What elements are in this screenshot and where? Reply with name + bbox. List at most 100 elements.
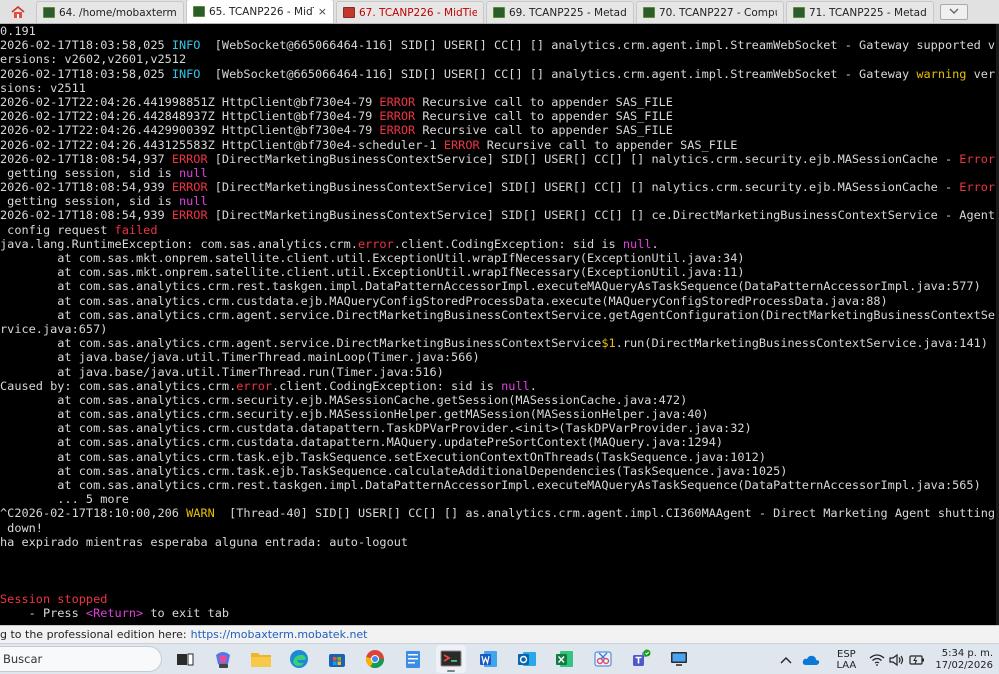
teams-icon	[633, 649, 651, 666]
terminal-text: at com.sas.analytics.crm.custdata.datapa…	[0, 421, 752, 436]
tab-67[interactable]: 67. TCANP226 - MidTier	[336, 1, 484, 23]
terminal-text: $1	[601, 336, 616, 351]
edge-icon	[290, 650, 308, 668]
excel-icon	[556, 651, 573, 667]
terminal-line: Caused by: com.sas.analytics.crm.error.c…	[0, 379, 999, 393]
battery-icon	[909, 654, 925, 665]
terminal-line: at com.sas.analytics.crm.agent.service.D…	[0, 308, 999, 322]
upgrade-text: g to the professional edition here:	[0, 628, 187, 641]
terminal-line: 2026-02-17T22:04:26.442848937Z HttpClien…	[0, 109, 999, 123]
terminal-text: null	[622, 236, 652, 251]
notepad-app[interactable]	[398, 645, 428, 673]
terminal-text: Recursive call to appender SAS_FILE	[479, 137, 738, 152]
upgrade-banner: g to the professional edition here: https…	[0, 625, 999, 643]
terminal-text: Recursive call to appender SAS_FILE	[415, 94, 673, 109]
tab-65[interactable]: 65. TCANP226 - MidTier ×	[186, 0, 334, 23]
tab-bar: 64. /home/mobaxterm 65. TCANP226 - MidTi…	[0, 0, 999, 24]
tab-71[interactable]: 71. TCANP225 - Metadata	[786, 1, 934, 23]
close-tab-icon[interactable]: ×	[318, 5, 327, 18]
show-hidden-icons-button[interactable]	[775, 656, 797, 664]
terminal-line: ha expirado mientras esperaba alguna ent…	[0, 535, 999, 549]
mobaxterm-app[interactable]	[436, 645, 466, 673]
mobatek-link[interactable]: https://mobaxterm.mobatek.net	[191, 628, 368, 641]
network-tray[interactable]	[867, 653, 887, 666]
disconnected-terminal-icon	[343, 7, 355, 18]
terminal-text: null	[501, 378, 530, 393]
task-view-button[interactable]	[170, 645, 200, 673]
battery-tray[interactable]	[907, 654, 927, 666]
terminal-text: to exit tab	[143, 605, 230, 620]
terminal-text: .run(DirectMarketingBusinessContextServi…	[615, 336, 988, 351]
chevron-up-icon	[780, 656, 792, 663]
terminal-output[interactable]: 0.191 2026-02-17T18:03:58,025 INFO [WebSo…	[0, 24, 999, 625]
edge-app[interactable]	[284, 645, 314, 673]
excel-app[interactable]	[550, 645, 580, 673]
terminal-text: Recursive call to appender SAS_FILE	[415, 109, 673, 124]
terminal-icon	[643, 7, 655, 18]
terminal-line: at com.sas.analytics.crm.custdata.ejb.MA…	[0, 294, 999, 308]
chrome-app[interactable]	[360, 645, 390, 673]
new-tab-button[interactable]	[940, 4, 968, 20]
file-explorer-app[interactable]	[246, 645, 276, 673]
terminal-text: ERROR	[379, 123, 416, 138]
terminal-text: ver	[966, 66, 996, 81]
terminal-line: getting session, sid is null	[0, 194, 999, 208]
terminal-text: at java.base/java.util.TimerThread.run(T…	[0, 364, 444, 379]
terminal-line: 2026-02-17T22:04:26.441998851Z HttpClien…	[0, 95, 999, 109]
terminal-text: Session stopped	[0, 591, 108, 606]
terminal-text: 2026-02-17T18:08:54,937	[0, 151, 172, 166]
terminal-text: ERROR	[443, 137, 480, 152]
home-tab[interactable]	[0, 1, 36, 23]
snipping-tool-icon	[594, 651, 612, 667]
terminal-line: at com.sas.analytics.crm.security.ejb.MA…	[0, 407, 999, 421]
outlook-app[interactable]	[512, 645, 542, 673]
terminal-text: warning	[916, 66, 967, 81]
tab-70[interactable]: 70. TCANP227 - Compute	[636, 1, 784, 23]
input-language-indicator[interactable]: ESP LAA	[831, 649, 861, 671]
terminal-text: ERROR	[171, 180, 208, 195]
terminal-text: ERROR	[379, 109, 416, 124]
terminal-line: 2026-02-17T18:08:54,937 ERROR [DirectMar…	[0, 152, 999, 166]
volume-tray[interactable]	[887, 653, 907, 666]
clock-time: 5:34 p. m.	[941, 647, 993, 659]
terminal-line: at com.sas.analytics.crm.security.ejb.MA…	[0, 393, 999, 407]
terminal-line: sions: v2511	[0, 81, 999, 95]
terminal-text: ^C2026-02-17T18:10:00,206	[0, 506, 187, 521]
onedrive-tray[interactable]	[797, 654, 825, 666]
snipping-tool-app[interactable]	[588, 645, 618, 673]
terminal-icon	[493, 7, 505, 18]
terminal-text: 2026-02-17T22:04:26.443125583Z HttpClien…	[0, 137, 444, 152]
terminal-line: Session stopped	[0, 592, 999, 606]
chrome-icon	[365, 650, 384, 669]
terminal-icon	[793, 7, 805, 18]
terminal-text: at com.sas.analytics.crm.task.ejb.TaskSe…	[0, 463, 788, 478]
terminal-text: getting session, sid is	[0, 165, 179, 180]
search-box[interactable]: Buscar	[0, 646, 162, 672]
terminal-text: null	[178, 194, 208, 209]
terminal-text: Recursive call to appender SAS_FILE	[415, 123, 673, 138]
terminal-text: INFO	[171, 66, 201, 81]
terminal-text: Error	[959, 151, 996, 166]
clock[interactable]: 5:34 p. m. 17/02/2026	[935, 648, 993, 672]
word-icon	[480, 651, 497, 667]
teams-app[interactable]	[626, 645, 656, 673]
tab-64[interactable]: 64. /home/mobaxterm	[36, 1, 184, 23]
microsoft-store-app[interactable]	[322, 645, 352, 673]
terminal-line: at com.sas.analytics.crm.rest.taskgen.im…	[0, 279, 999, 293]
terminal-text: at com.sas.mkt.onprem.satellite.client.u…	[0, 251, 745, 265]
terminal-text: 2026-02-17T22:04:26.441998851Z HttpClien…	[0, 94, 380, 109]
terminal-line: 2026-02-17T22:04:26.443125583Z HttpClien…	[0, 138, 999, 152]
terminal-text: - Press	[0, 605, 86, 620]
terminal-text: error	[236, 378, 273, 393]
m365-copilot-app[interactable]	[208, 645, 238, 673]
store-icon	[329, 654, 345, 667]
word-app[interactable]	[474, 645, 504, 673]
terminal-text: 2026-02-17T18:03:58,025	[0, 66, 172, 81]
terminal-text: getting session, sid is	[0, 194, 179, 209]
terminal-text: down!	[0, 520, 43, 535]
m365-copilot-icon	[216, 652, 230, 668]
tab-69[interactable]: 69. TCANP225 - Metadata	[486, 1, 634, 23]
terminal-line: at com.sas.analytics.crm.custdata.datapa…	[0, 421, 999, 435]
wifi-icon	[869, 653, 885, 666]
remote-desktop-app[interactable]	[664, 645, 694, 673]
